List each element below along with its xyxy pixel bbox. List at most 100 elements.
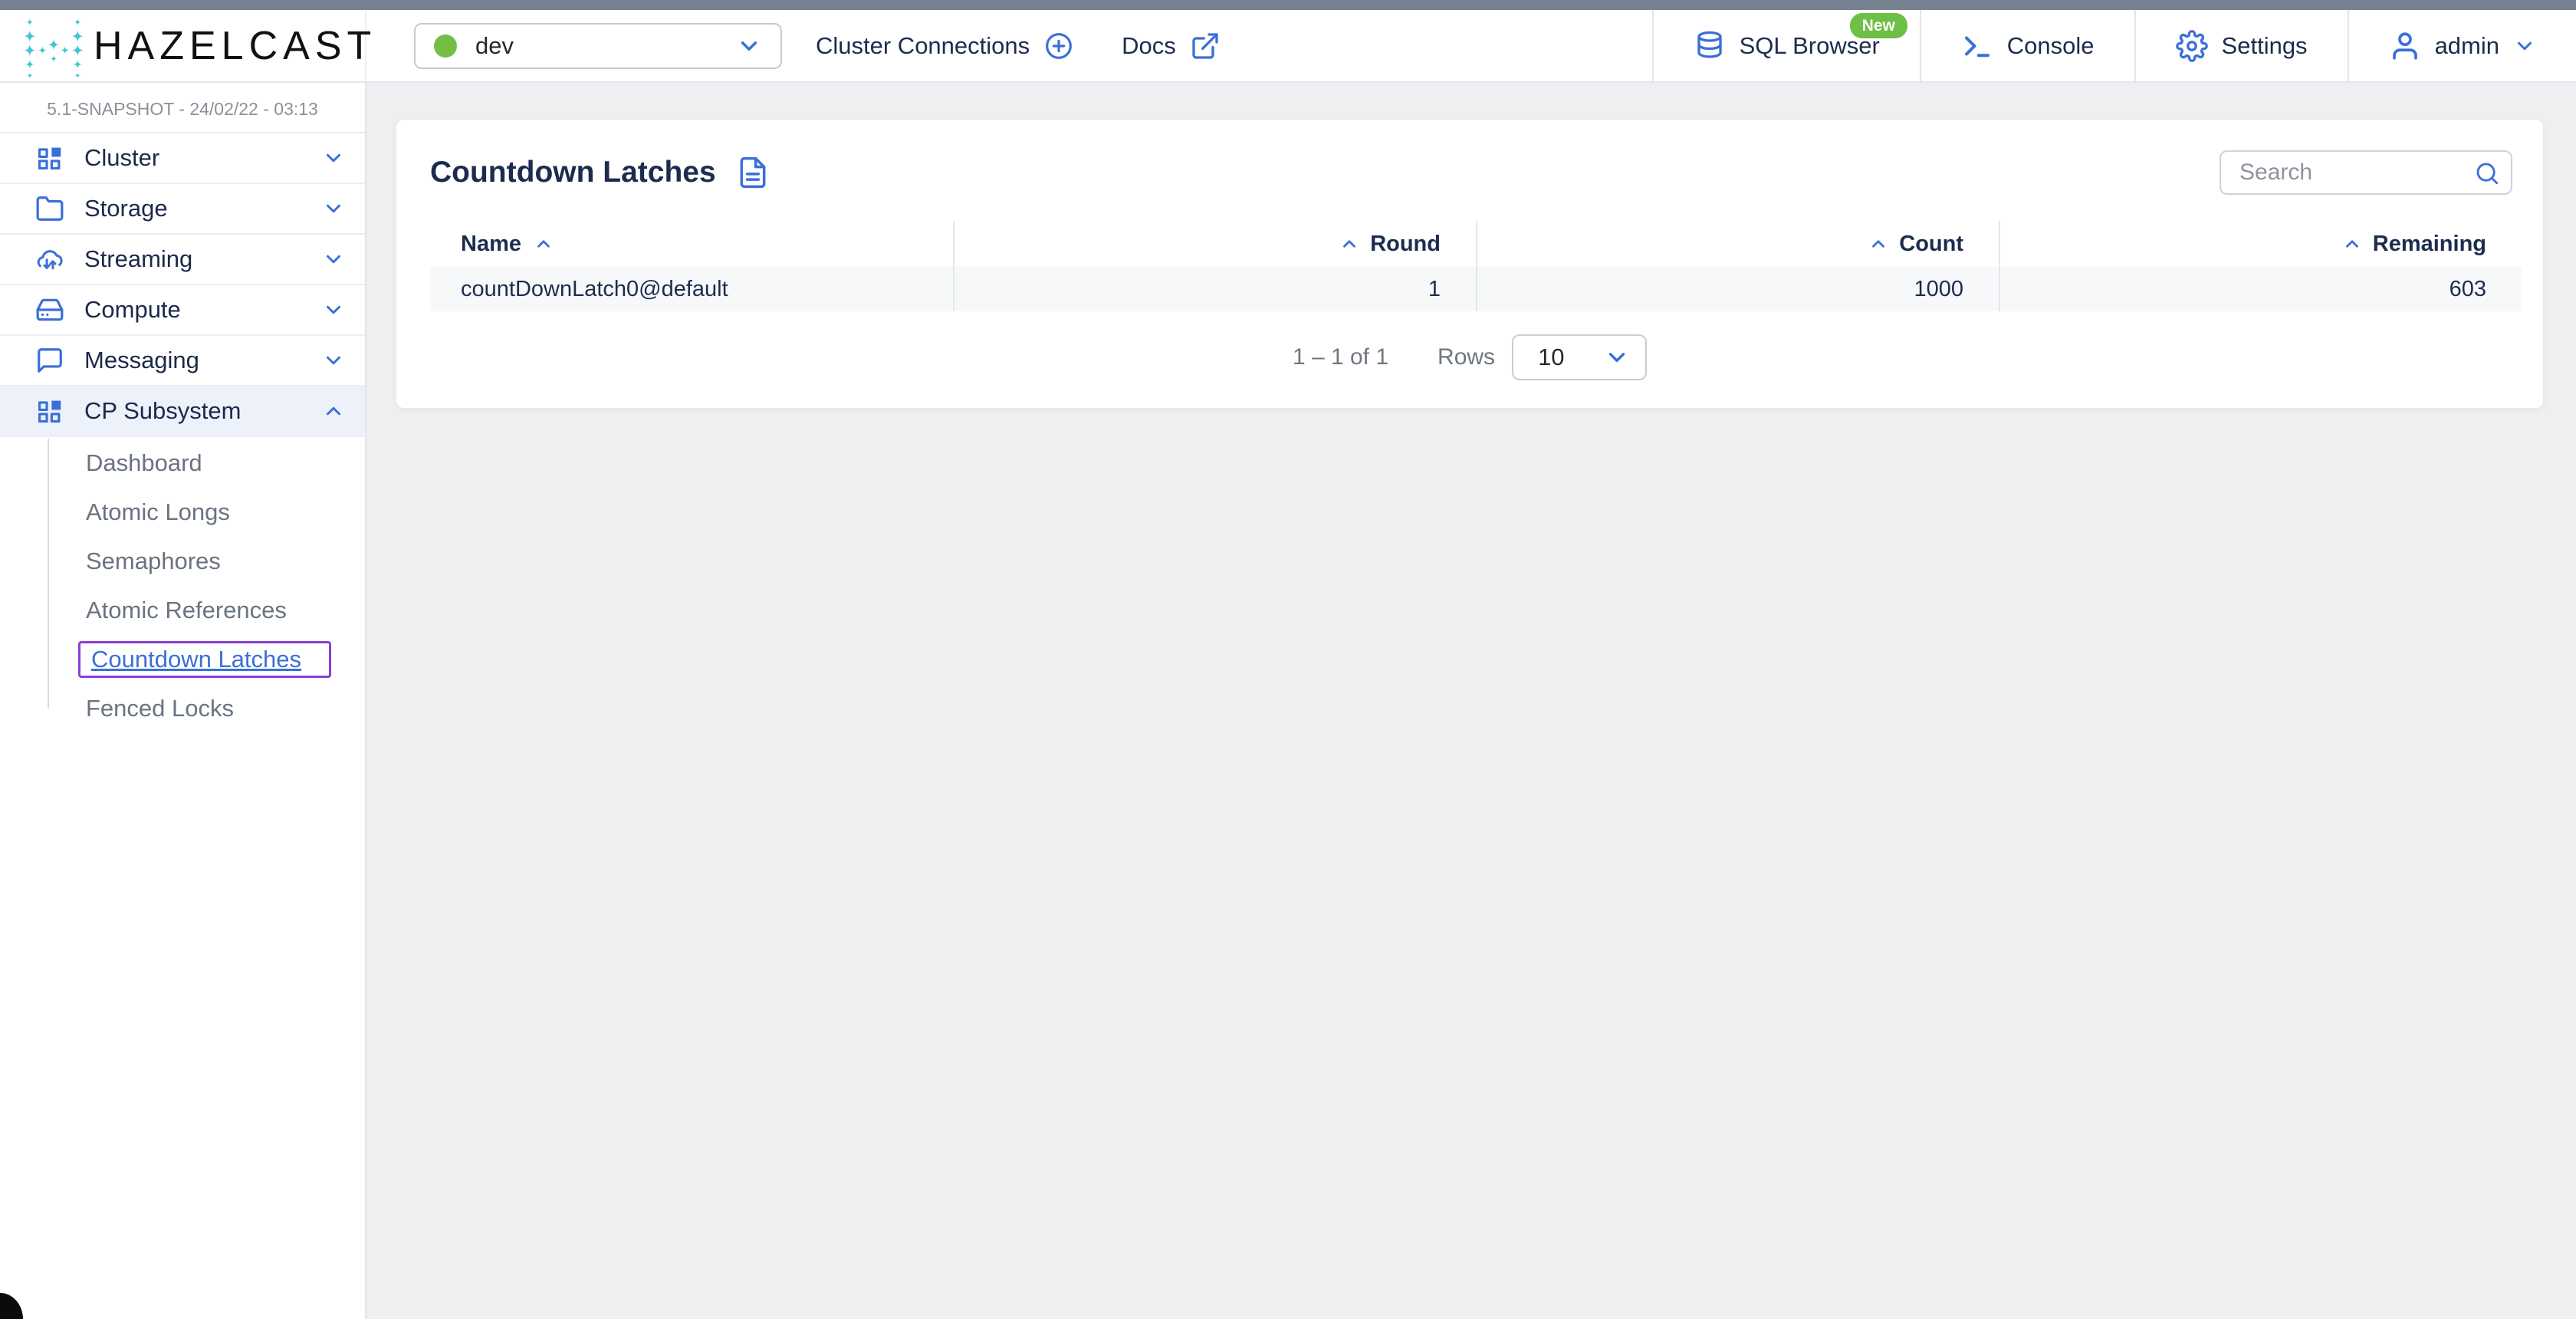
sort-asc-icon [1339, 234, 1359, 254]
sidebar-item-messaging[interactable]: Messaging [0, 336, 365, 386]
username-label: admin [2435, 32, 2499, 60]
cp-subsystem-submenu: Dashboard Atomic Longs Semaphores Atomic… [0, 437, 365, 733]
docs-link[interactable]: Docs [1122, 31, 1221, 61]
pagination: 1 – 1 of 1 Rows 10 [396, 334, 2543, 380]
sidebar-item-compute[interactable]: Compute [0, 285, 365, 336]
chevron-down-icon [322, 146, 345, 169]
chevron-down-icon [322, 248, 345, 271]
pagination-range-label: 1 – 1 of 1 [1293, 344, 1388, 370]
docs-label: Docs [1122, 32, 1176, 60]
add-cluster-connection-icon[interactable] [1043, 31, 1074, 61]
cell-count: 1000 [1476, 267, 1999, 311]
column-header-round[interactable]: Round [953, 221, 1476, 267]
search-icon[interactable] [2474, 160, 2500, 186]
column-label: Remaining [2373, 232, 2486, 257]
column-label: Round [1370, 232, 1441, 257]
subitem-label: Atomic References [86, 597, 287, 624]
sidebar-item-label: Cluster [84, 144, 159, 172]
page-title: Countdown Latches [430, 156, 716, 189]
header-actions: SQL Browser New Console Settings admin [1652, 10, 2576, 81]
settings-button[interactable]: Settings [2134, 10, 2348, 81]
sidebar-item-streaming[interactable]: Streaming [0, 235, 365, 285]
sidebar-subitem-dashboard[interactable]: Dashboard [0, 439, 365, 488]
chevron-down-icon [736, 33, 762, 59]
sidebar-item-label: Storage [84, 195, 168, 222]
sort-asc-icon [1868, 234, 1888, 254]
sidebar-subitem-countdown-latches[interactable]: Countdown Latches [0, 635, 365, 684]
sidebar-item-cp-subsystem[interactable]: CP Subsystem [0, 386, 365, 437]
terminal-icon [1961, 30, 1993, 62]
version-label: 5.1-SNAPSHOT - 24/02/22 - 03:13 [0, 83, 365, 133]
sidebar-subitem-fenced-locks[interactable]: Fenced Locks [0, 684, 365, 733]
sort-asc-icon [2342, 234, 2362, 254]
sidebar-subitem-atomic-longs[interactable]: Atomic Longs [0, 488, 365, 537]
rows-per-page-select[interactable]: 10 [1512, 334, 1647, 380]
cell-remaining: 603 [1999, 267, 2522, 311]
cloud-streaming-icon [35, 245, 64, 274]
logo: HAZELCAST [0, 10, 366, 81]
hard-drive-icon [35, 295, 64, 324]
chevron-up-icon [322, 400, 345, 423]
cluster-status-dot [434, 35, 457, 58]
sidebar-subitem-atomic-references[interactable]: Atomic References [0, 586, 365, 635]
sidebar-subitem-semaphores[interactable]: Semaphores [0, 537, 365, 586]
chat-bubble-icon [35, 346, 64, 375]
sidebar-item-label: Messaging [84, 347, 199, 374]
cell-round: 1 [953, 267, 1476, 311]
grid-icon [35, 396, 64, 426]
sql-browser-button[interactable]: SQL Browser New [1652, 10, 1920, 81]
column-header-remaining[interactable]: Remaining [1999, 221, 2522, 267]
settings-label: Settings [2222, 32, 2308, 60]
window-top-bar [0, 0, 2576, 10]
sidebar-item-label: Streaming [84, 245, 192, 273]
column-header-name[interactable]: Name [430, 221, 953, 267]
table-row[interactable]: countDownLatch0@default 1 1000 603 [430, 267, 2522, 311]
sidebar-item-storage[interactable]: Storage [0, 184, 365, 235]
documentation-icon[interactable] [736, 156, 770, 189]
search-input[interactable] [2220, 150, 2512, 195]
subitem-label: Dashboard [86, 449, 202, 477]
user-icon [2389, 30, 2421, 62]
gear-icon [2176, 30, 2208, 62]
grid-icon [35, 143, 64, 173]
subitem-label-active: Countdown Latches [91, 646, 301, 673]
external-link-icon [1190, 31, 1221, 61]
chevron-down-icon [322, 298, 345, 321]
active-subitem-outline[interactable]: Countdown Latches [78, 641, 331, 678]
cell-name: countDownLatch0@default [430, 267, 953, 311]
cluster-connections-link[interactable]: Cluster Connections [816, 31, 1074, 61]
column-label: Name [461, 232, 521, 257]
rows-label: Rows [1438, 344, 1495, 370]
countdown-latches-card: Countdown Latches Name Round [396, 120, 2543, 408]
chevron-down-icon [322, 349, 345, 372]
table-header-row: Name Round Count Remaining [430, 221, 2522, 267]
chevron-down-icon [2513, 35, 2536, 58]
cluster-selector-dropdown[interactable]: dev [414, 23, 782, 69]
subitem-label: Fenced Locks [86, 695, 234, 722]
chevron-down-icon [1604, 344, 1630, 370]
rows-per-page-value: 10 [1538, 344, 1564, 371]
logo-text: HAZELCAST [94, 23, 376, 69]
database-icon [1694, 30, 1726, 62]
column-label: Count [1899, 232, 1963, 257]
sort-asc-icon [534, 234, 554, 254]
column-header-count[interactable]: Count [1476, 221, 1999, 267]
sidebar-item-label: CP Subsystem [84, 397, 241, 425]
subitem-label: Atomic Longs [86, 498, 230, 526]
console-label: Console [2007, 32, 2095, 60]
sidebar: 5.1-SNAPSHOT - 24/02/22 - 03:13 Cluster … [0, 83, 366, 1319]
chevron-down-icon [322, 197, 345, 220]
subitem-label: Semaphores [86, 548, 221, 575]
sidebar-item-label: Compute [84, 296, 181, 324]
countdown-latches-table: Name Round Count Remaining [430, 221, 2522, 311]
folder-icon [35, 194, 64, 223]
console-button[interactable]: Console [1920, 10, 2134, 81]
hazelcast-logo-icon [20, 12, 87, 80]
search-box [2220, 150, 2512, 195]
cluster-connections-label: Cluster Connections [816, 32, 1030, 60]
user-menu[interactable]: admin [2348, 10, 2576, 81]
cluster-selector-value: dev [475, 32, 514, 60]
app-header: HAZELCAST dev Cluster Connections Docs S… [0, 10, 2576, 83]
sidebar-item-cluster[interactable]: Cluster [0, 133, 365, 184]
main-content: Countdown Latches Name Round [366, 83, 2576, 1319]
